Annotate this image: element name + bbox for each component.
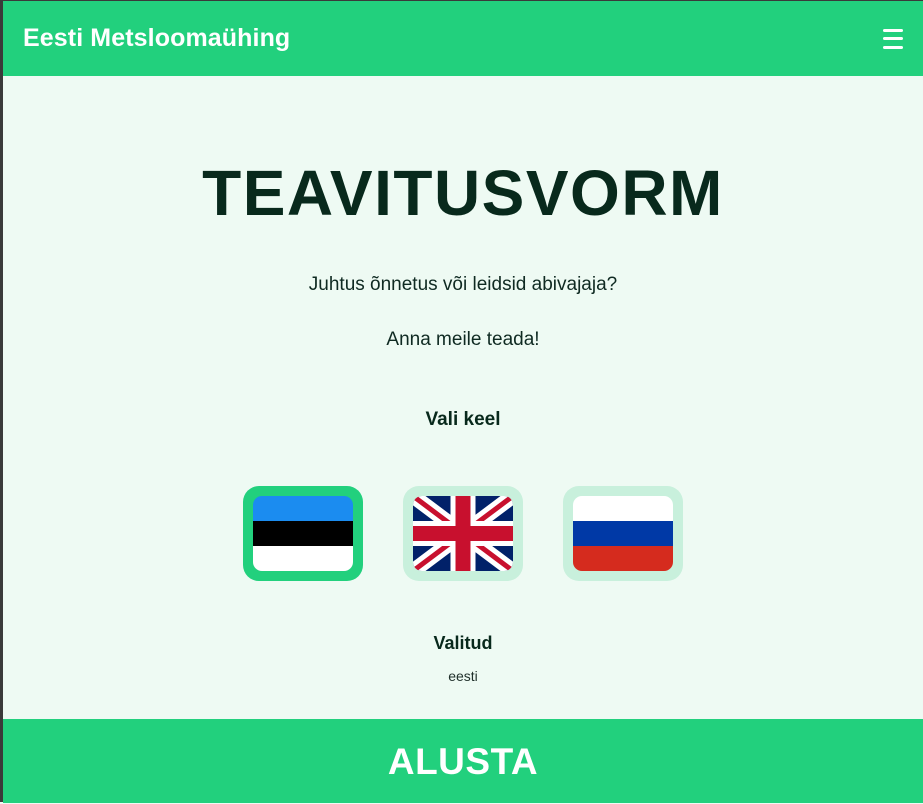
language-prompt: Vali keel — [425, 409, 501, 430]
selected-language-value: eesti — [448, 668, 478, 684]
hamburger-menu-icon[interactable] — [883, 28, 903, 49]
top-navigation-bar: Eesti Metsloomaühing — [3, 1, 923, 76]
russia-flag-icon — [573, 496, 673, 571]
page-title: TEAVITUSVORM — [202, 157, 724, 229]
subtitle-question: Juhtus õnnetus või leidsid abivajaja? — [308, 274, 618, 295]
estonia-flag-icon — [253, 496, 353, 571]
menu-line — [883, 28, 903, 32]
brand-title[interactable]: Eesti Metsloomaühing — [23, 24, 290, 53]
language-option-russian[interactable] — [563, 486, 683, 581]
subtitle-call-to-action: Anna meile teada! — [386, 329, 540, 350]
selected-language-label: Valitud — [433, 633, 493, 653]
menu-line — [883, 37, 903, 40]
language-option-english[interactable] — [403, 486, 523, 581]
menu-line — [883, 45, 903, 49]
start-button[interactable]: ALUSTA — [3, 719, 923, 803]
uk-flag-icon — [413, 496, 513, 571]
language-option-estonian[interactable] — [243, 486, 363, 581]
